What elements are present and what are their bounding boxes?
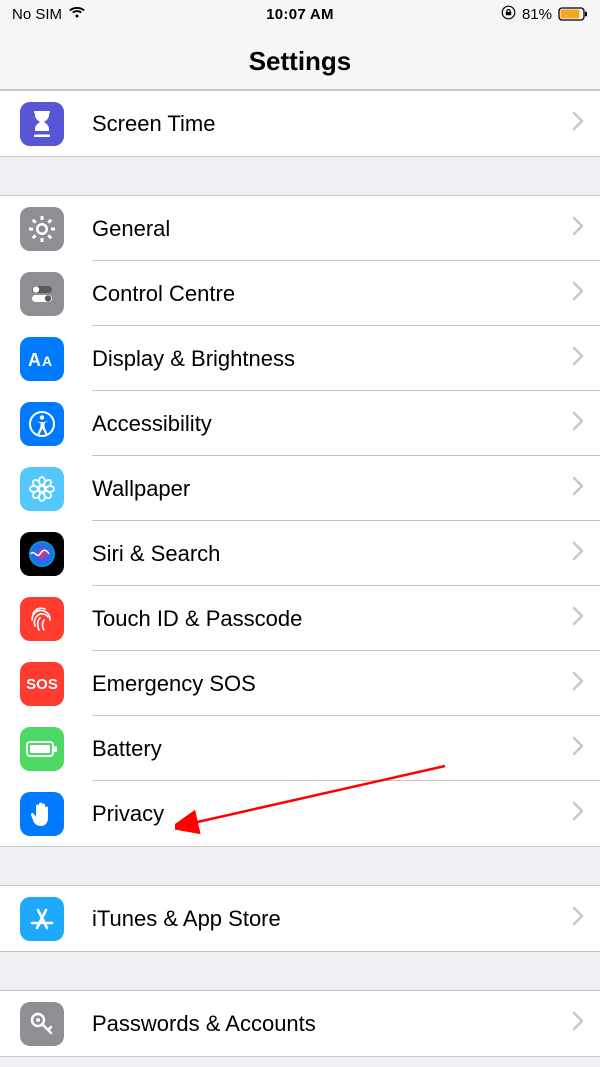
gear-icon: [20, 207, 64, 251]
sos-icon: SOS: [20, 662, 64, 706]
wifi-icon: [68, 5, 86, 23]
chevron-right-icon: [572, 541, 584, 566]
chevron-right-icon: [572, 906, 584, 931]
settings-item-label: Battery: [92, 736, 572, 762]
settings-item-battery[interactable]: Battery: [0, 716, 600, 781]
svg-text:SOS: SOS: [26, 676, 58, 693]
settings-item-siri-search[interactable]: Siri & Search: [0, 521, 600, 586]
battery-icon: [558, 7, 588, 21]
chevron-right-icon: [572, 801, 584, 826]
settings-item-label: Screen Time: [92, 111, 572, 137]
chevron-right-icon: [572, 606, 584, 631]
page-title: Settings: [0, 46, 600, 77]
settings-item-label: Accessibility: [92, 411, 572, 437]
chevron-right-icon: [572, 671, 584, 696]
settings-group: iTunes & App Store: [0, 885, 600, 952]
appstore-icon: [20, 897, 64, 941]
battery-icon: [20, 727, 64, 771]
hand-icon: [20, 792, 64, 836]
group-separator: [0, 952, 600, 990]
settings-item-label: Touch ID & Passcode: [92, 606, 572, 632]
orientation-lock-icon: [501, 5, 516, 24]
settings-item-emergency-sos[interactable]: SOS Emergency SOS: [0, 651, 600, 716]
settings-item-touch-id[interactable]: Touch ID & Passcode: [0, 586, 600, 651]
chevron-right-icon: [572, 411, 584, 436]
fingerprint-icon: [20, 597, 64, 641]
chevron-right-icon: [572, 346, 584, 371]
hourglass-icon: [20, 102, 64, 146]
settings-item-control-centre[interactable]: Control Centre: [0, 261, 600, 326]
aa-icon: AA: [20, 337, 64, 381]
status-left: No SIM: [12, 5, 86, 23]
svg-text:A: A: [28, 350, 41, 370]
settings-item-label: Privacy: [92, 801, 572, 827]
siri-icon: [20, 532, 64, 576]
settings-item-label: iTunes & App Store: [92, 906, 572, 932]
chevron-right-icon: [572, 111, 584, 136]
chevron-right-icon: [572, 281, 584, 306]
settings-item-label: Passwords & Accounts: [92, 1011, 572, 1037]
status-time: 10:07 AM: [266, 6, 334, 23]
flower-icon: [20, 467, 64, 511]
settings-group: Passwords & Accounts: [0, 990, 600, 1057]
accessibility-icon: [20, 402, 64, 446]
settings-item-label: Emergency SOS: [92, 671, 572, 697]
settings-item-label: Wallpaper: [92, 476, 572, 502]
settings-group: General Control Centre AA Display & Brig…: [0, 195, 600, 847]
settings-item-general[interactable]: General: [0, 196, 600, 261]
settings-item-passwords-accounts[interactable]: Passwords & Accounts: [0, 991, 600, 1056]
settings-item-privacy[interactable]: Privacy: [0, 781, 600, 846]
status-bar: No SIM 10:07 AM 81%: [0, 0, 600, 28]
settings-item-display-brightness[interactable]: AA Display & Brightness: [0, 326, 600, 391]
chevron-right-icon: [572, 1011, 584, 1036]
sim-status: No SIM: [12, 6, 62, 23]
settings-item-label: Siri & Search: [92, 541, 572, 567]
group-separator: [0, 847, 600, 885]
battery-percent: 81%: [522, 6, 552, 23]
page-header: Settings: [0, 28, 600, 90]
settings-item-accessibility[interactable]: Accessibility: [0, 391, 600, 456]
group-separator: [0, 157, 600, 195]
settings-item-screen-time[interactable]: Screen Time: [0, 91, 600, 156]
switches-icon: [20, 272, 64, 316]
key-icon: [20, 1002, 64, 1046]
status-right: 81%: [501, 5, 588, 24]
settings-item-itunes-app-store[interactable]: iTunes & App Store: [0, 886, 600, 951]
svg-text:A: A: [42, 353, 52, 369]
settings-item-label: General: [92, 216, 572, 242]
settings-item-wallpaper[interactable]: Wallpaper: [0, 456, 600, 521]
settings-group: Screen Time: [0, 90, 600, 157]
chevron-right-icon: [572, 476, 584, 501]
settings-item-label: Display & Brightness: [92, 346, 572, 372]
chevron-right-icon: [572, 736, 584, 761]
chevron-right-icon: [572, 216, 584, 241]
settings-item-label: Control Centre: [92, 281, 572, 307]
